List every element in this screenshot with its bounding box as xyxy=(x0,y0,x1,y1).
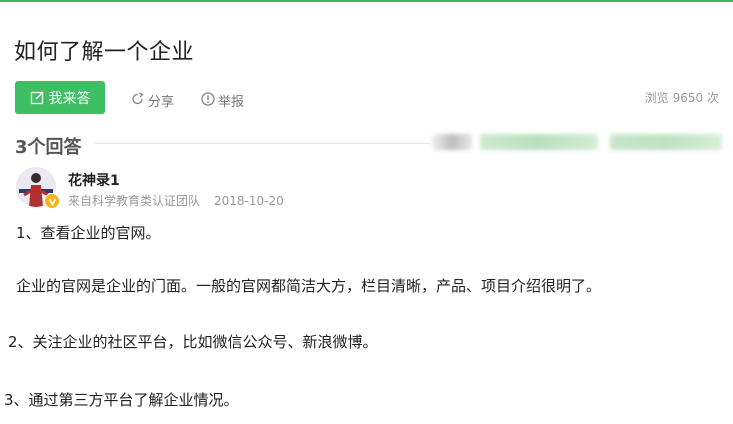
answer-button-label: 我来答 xyxy=(48,90,91,107)
answer-count-heading: 3个回答 xyxy=(15,137,82,158)
blurred-banner xyxy=(480,134,598,150)
share-icon xyxy=(131,91,145,110)
share-link[interactable]: 分享 xyxy=(131,91,174,110)
author-meta: 来自科学教育类认证团队 2018-10-20 xyxy=(68,192,284,209)
heading-divider xyxy=(95,143,430,144)
answer-paragraph: 3、通过第三方平台了解企业情况。 xyxy=(4,391,239,409)
views-label: 浏览 xyxy=(644,91,669,105)
answer-date: 2018-10-20 xyxy=(214,194,284,208)
edit-icon xyxy=(30,90,45,105)
answer-question-button[interactable]: 我来答 xyxy=(15,81,105,114)
verified-badge-icon xyxy=(44,193,60,209)
answer-paragraph: 1、查看企业的官网。 xyxy=(16,224,161,242)
views-count: 9650 次 xyxy=(672,91,719,105)
blurred-banner xyxy=(432,134,472,150)
author-name[interactable]: 花神录1 xyxy=(68,170,120,190)
answer-paragraph: 2、关注企业的社区平台，比如微信公众号、新浪微博。 xyxy=(8,333,378,351)
top-accent-rule xyxy=(0,0,733,2)
question-title: 如何了解一个企业 xyxy=(14,40,195,65)
view-count: 浏览 9650 次 xyxy=(645,89,719,106)
report-label: 举报 xyxy=(218,95,245,110)
author-source: 来自科学教育类认证团队 xyxy=(68,194,201,208)
share-label: 分享 xyxy=(148,95,175,110)
blurred-banner xyxy=(610,134,722,150)
report-link[interactable]: 举报 xyxy=(201,91,244,110)
report-icon xyxy=(201,91,215,110)
answer-paragraph: 企业的官网是企业的门面。一般的官网都简洁大方，栏目清晰，产品、项目介绍很明了。 xyxy=(16,277,602,295)
